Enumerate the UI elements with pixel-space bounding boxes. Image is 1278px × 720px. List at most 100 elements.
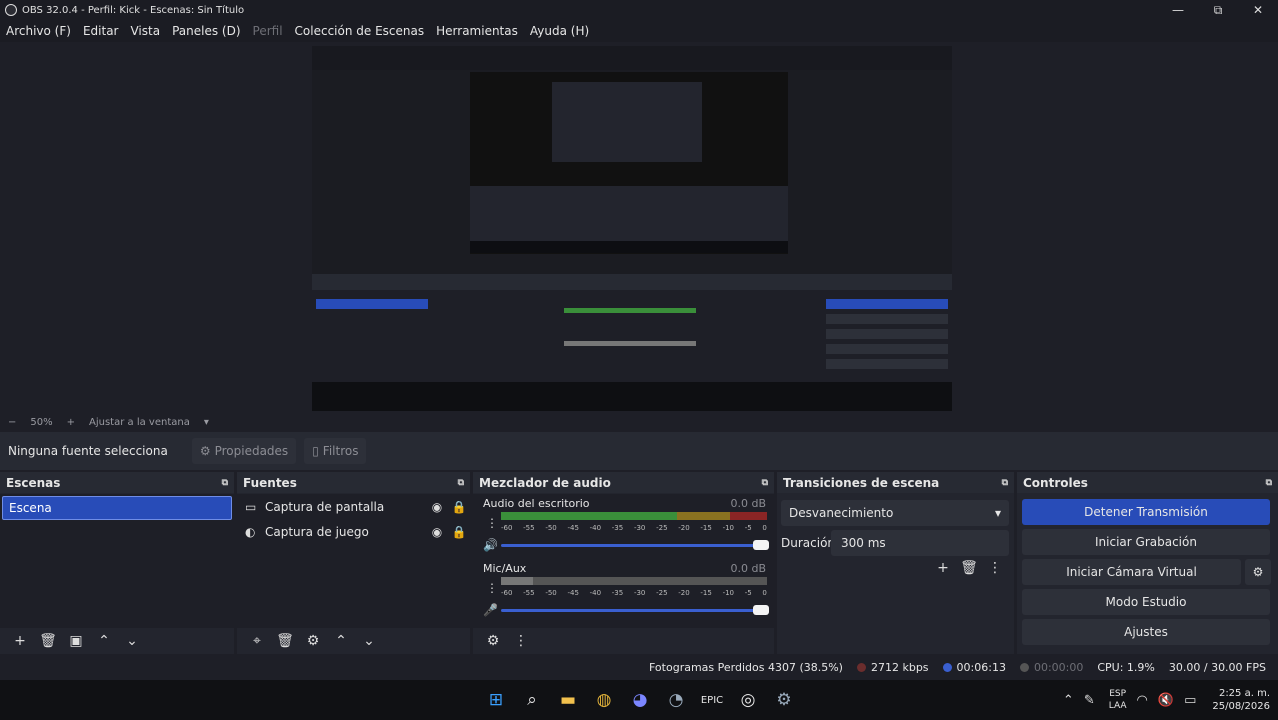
program-preview[interactable] xyxy=(312,46,952,411)
source-item[interactable]: ▭ Captura de pantalla ◉ 🔒 xyxy=(237,494,470,519)
menu-vista[interactable]: Vista xyxy=(130,24,160,38)
gear-icon: ⚙ xyxy=(199,444,211,458)
trash-icon[interactable]: 🗑 xyxy=(34,633,62,649)
fit-window-label[interactable]: Ajustar a la ventana xyxy=(89,417,190,428)
move-up-icon[interactable]: ⌃ xyxy=(327,633,355,649)
chrome-icon[interactable]: ◍ xyxy=(586,686,622,714)
windows-taskbar: ⊞ ⌕ ▬ ◍ ◕ ◔ EPIC ◎ ⚙ ⌃ ✎ ESP LAA ◠ 🔇 ▭ 2… xyxy=(0,680,1278,720)
undock-icon[interactable]: ⧉ xyxy=(762,478,768,488)
system-tray: ⌃ ✎ ESP LAA ◠ 🔇 ▭ 2:25 a. m. 25/08/2026 xyxy=(1053,684,1270,716)
trash-icon[interactable]: 🗑 xyxy=(271,633,299,649)
clock[interactable]: 2:25 a. m. 25/08/2026 xyxy=(1212,687,1270,713)
search-icon[interactable]: ⌕ xyxy=(514,686,550,714)
studio-mode-button[interactable]: Modo Estudio xyxy=(1022,589,1270,615)
no-source-selected-label: Ninguna fuente selecciona xyxy=(8,444,168,458)
battery-icon[interactable]: ▭ xyxy=(1184,693,1196,708)
volume-meter xyxy=(501,512,767,520)
mixer-channel-desktop: Audio del escritorio 0.0 dB ⋮ -60 -55 -50-… xyxy=(473,494,774,559)
undock-icon[interactable]: ⧉ xyxy=(458,478,464,488)
undock-icon[interactable]: ⧉ xyxy=(1266,478,1272,488)
zoom-in-button[interactable]: + xyxy=(67,417,75,428)
menu-bar: Archivo (F) Editar Vista Paneles (D) Per… xyxy=(0,20,1278,42)
kebab-menu-icon[interactable]: ⋮ xyxy=(486,516,498,530)
kebab-menu-icon[interactable]: ⋮ xyxy=(507,633,535,649)
title-bar: OBS 32.0.4 - Perfil: Kick - Escenas: Sin… xyxy=(0,0,1278,20)
mic-muted-icon[interactable]: 🎤 xyxy=(483,603,498,617)
volume-slider-handle[interactable] xyxy=(753,605,769,615)
speaker-icon[interactable]: 🔊 xyxy=(483,538,498,552)
volume-slider-handle[interactable] xyxy=(753,540,769,550)
kebab-menu-icon[interactable]: ⋮ xyxy=(982,560,1008,576)
lock-icon[interactable]: 🔒 xyxy=(448,525,470,539)
start-recording-button[interactable]: Iniciar Grabación xyxy=(1022,529,1270,555)
add-source-icon[interactable]: ⌖ xyxy=(243,633,271,649)
chevron-up-icon[interactable]: ⌃ xyxy=(1063,693,1074,708)
move-down-icon[interactable]: ⌄ xyxy=(118,633,146,649)
epic-games-icon[interactable]: EPIC xyxy=(694,686,730,714)
audio-mixer-dock: Mezclador de audio ⧉ Audio del escritori… xyxy=(473,472,774,654)
transition-select[interactable]: Desvanecimiento ▾ xyxy=(781,500,1009,526)
sources-list: ▭ Captura de pantalla ◉ 🔒 ◐ Captura de j… xyxy=(237,494,470,628)
preview-area xyxy=(0,42,1278,412)
mixer-header: Mezclador de audio ⧉ xyxy=(473,472,774,493)
settings-button[interactable]: Ajustes xyxy=(1022,619,1270,645)
gear-icon[interactable]: ⚙ xyxy=(299,633,327,649)
zoom-level: 50% xyxy=(30,416,53,428)
virtual-camera-settings-button[interactable]: ⚙ xyxy=(1245,559,1271,585)
stop-stream-button[interactable]: Detener Transmisión xyxy=(1022,499,1270,525)
source-label: Captura de pantalla xyxy=(265,499,385,514)
properties-button[interactable]: ⚙ Propiedades xyxy=(191,438,297,464)
move-down-icon[interactable]: ⌄ xyxy=(355,633,383,649)
menu-archivo[interactable]: Archivo (F) xyxy=(6,24,71,38)
undock-icon[interactable]: ⧉ xyxy=(1002,478,1008,488)
network-icon xyxy=(856,662,866,672)
minimize-button[interactable]: — xyxy=(1158,0,1198,20)
discord-icon[interactable]: ◕ xyxy=(622,686,658,714)
menu-paneles[interactable]: Paneles (D) xyxy=(172,24,240,38)
chevron-down-icon: ▾ xyxy=(994,506,1001,520)
filters-button[interactable]: ▯ Filtros xyxy=(304,438,367,464)
volume-muted-icon[interactable]: 🔇 xyxy=(1158,693,1174,708)
filters-label: Filtros xyxy=(322,444,359,458)
eye-icon[interactable]: ◉ xyxy=(426,500,448,514)
add-icon[interactable]: + xyxy=(930,560,956,576)
pen-icon[interactable]: ✎ xyxy=(1084,693,1095,708)
scenes-header: Escenas ⧉ xyxy=(0,472,234,493)
menu-perfil[interactable]: Perfil xyxy=(253,24,283,38)
zoom-dropdown-icon[interactable]: ▾ xyxy=(204,417,209,428)
windows-start-icon[interactable]: ⊞ xyxy=(478,686,514,714)
move-up-icon[interactable]: ⌃ xyxy=(90,633,118,649)
menu-editar[interactable]: Editar xyxy=(83,24,119,38)
menu-coleccion-escenas[interactable]: Colección de Escenas xyxy=(295,24,425,38)
file-explorer-icon[interactable]: ▬ xyxy=(550,686,586,714)
kebab-menu-icon[interactable]: ⋮ xyxy=(486,581,498,595)
close-button[interactable]: ✕ xyxy=(1238,0,1278,20)
obs-logo-icon xyxy=(5,4,17,16)
steam-icon[interactable]: ◔ xyxy=(658,686,694,714)
advanced-audio-icon[interactable]: ⚙ xyxy=(479,633,507,649)
scene-filters-icon[interactable]: ▣ xyxy=(62,633,90,649)
properties-label: Propiedades xyxy=(214,444,289,458)
stream-icon xyxy=(942,662,952,672)
obs-icon[interactable]: ◎ xyxy=(730,686,766,714)
scene-item[interactable]: Escena xyxy=(2,496,232,520)
lock-icon[interactable]: 🔒 xyxy=(448,500,470,514)
eye-icon[interactable]: ◉ xyxy=(426,525,448,539)
wifi-icon[interactable]: ◠ xyxy=(1137,693,1148,708)
duration-field[interactable]: 300 ms xyxy=(831,530,1009,556)
settings-gear-icon[interactable]: ⚙ xyxy=(766,686,802,714)
start-virtual-camera-button[interactable]: Iniciar Cámara Virtual xyxy=(1022,559,1241,585)
menu-herramientas[interactable]: Herramientas xyxy=(436,24,518,38)
trash-icon[interactable]: 🗑 xyxy=(956,560,982,576)
maximize-button[interactable]: ⧉ xyxy=(1198,0,1238,20)
undock-icon[interactable]: ⧉ xyxy=(222,478,228,488)
zoom-out-button[interactable]: − xyxy=(8,417,16,428)
taskbar-apps: ⊞ ⌕ ▬ ◍ ◕ ◔ EPIC ◎ ⚙ xyxy=(478,686,802,714)
add-scene-icon[interactable]: + xyxy=(6,633,34,649)
source-item[interactable]: ◐ Captura de juego ◉ 🔒 xyxy=(237,519,470,544)
volume-slider[interactable] xyxy=(501,605,769,615)
sources-toolbar: ⌖ 🗑 ⚙ ⌃ ⌄ xyxy=(237,628,470,654)
volume-slider[interactable] xyxy=(501,540,769,550)
menu-ayuda[interactable]: Ayuda (H) xyxy=(530,24,589,38)
language-indicator[interactable]: ESP LAA xyxy=(1109,688,1127,712)
